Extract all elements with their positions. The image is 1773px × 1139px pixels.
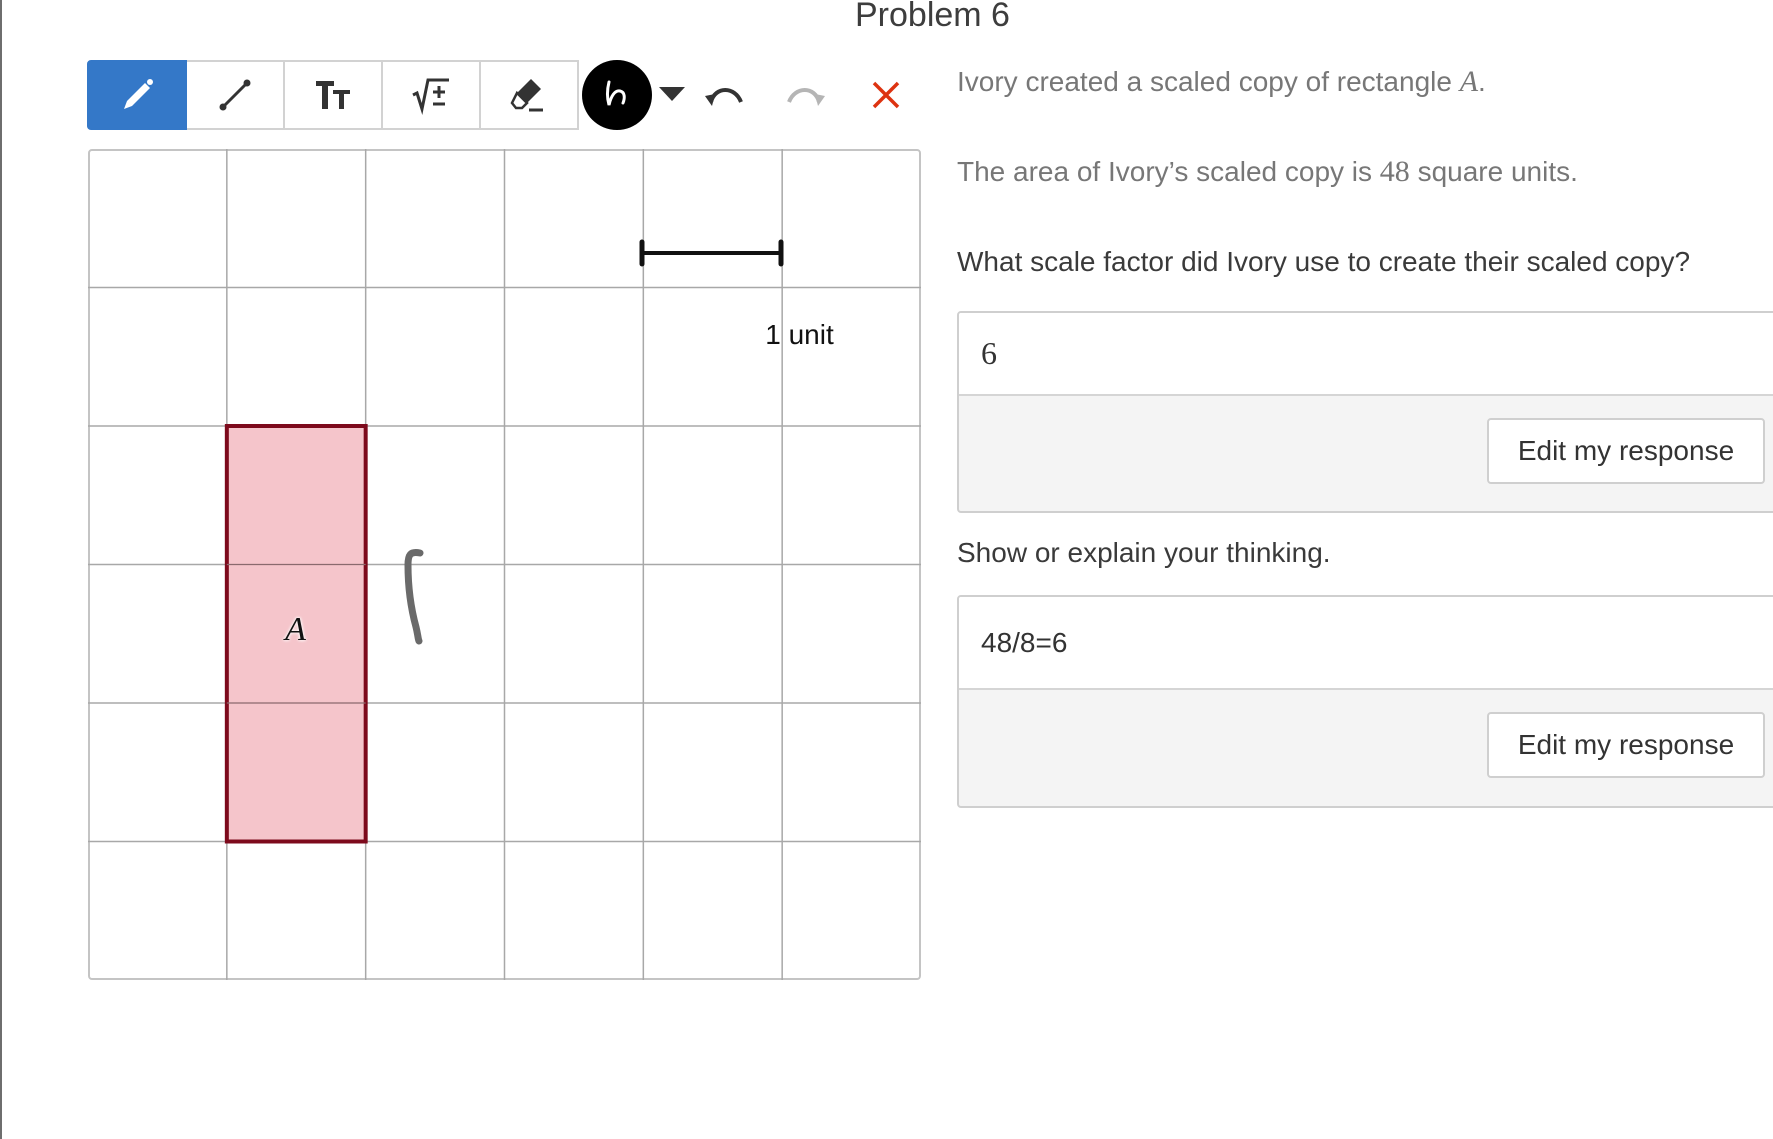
caret-down-icon[interactable] <box>658 84 686 104</box>
line-tool-button[interactable] <box>187 60 285 130</box>
math-tool-button[interactable] <box>383 60 481 130</box>
question-line-2-end: square units. <box>1417 156 1578 187</box>
math-rectangle-a: A <box>1459 65 1479 98</box>
rectangle-label: A <box>285 611 306 648</box>
response-box-scale-factor: 6 Edit my response <box>957 311 1773 513</box>
question-prompt: What scale factor did Ivory use to creat… <box>957 246 1691 277</box>
response-value: 48/8=6 <box>959 597 1773 690</box>
question-line-1-end: . <box>1478 66 1486 97</box>
line-segment-icon <box>215 75 255 115</box>
question-line-1-text: Ivory created a scaled copy of rectangle <box>957 66 1452 97</box>
undo-icon[interactable] <box>703 78 747 110</box>
window-left-border <box>0 0 2 1139</box>
text-tool-button[interactable] <box>285 60 383 130</box>
edit-response-button[interactable]: Edit my response <box>1487 712 1765 778</box>
response-value: 6 <box>959 313 1773 396</box>
color-picker-button[interactable] <box>582 60 652 130</box>
drawing-canvas[interactable]: 1 unit A <box>88 149 921 980</box>
pencil-icon <box>117 75 157 115</box>
thinking-prompt: Show or explain your thinking. <box>957 537 1331 568</box>
close-icon[interactable] <box>870 79 902 111</box>
eraser-tool-button[interactable] <box>481 60 579 130</box>
drawing-toolbar <box>87 60 579 130</box>
math-area-value: 48 <box>1379 155 1410 188</box>
page-title: Problem 6 <box>855 0 1010 34</box>
text-size-icon <box>313 75 353 115</box>
unit-label: 1 unit <box>765 319 834 350</box>
response-box-thinking: 48/8=6 Edit my response <box>957 595 1773 808</box>
question-line-2: The area of Ivory’s scaled copy is 48 sq… <box>957 155 1578 189</box>
grid <box>88 149 921 980</box>
redo-icon[interactable] <box>783 78 827 110</box>
eraser-icon <box>509 75 549 115</box>
sqrt-plus-minus-icon <box>411 75 451 115</box>
question-line-1: Ivory created a scaled copy of rectangle… <box>957 65 1486 99</box>
question-line-2-text: The area of Ivory’s scaled copy is <box>957 156 1373 187</box>
pencil-tool-button[interactable] <box>87 60 187 130</box>
squiggle-icon <box>600 76 634 115</box>
edit-response-button[interactable]: Edit my response <box>1487 418 1765 484</box>
